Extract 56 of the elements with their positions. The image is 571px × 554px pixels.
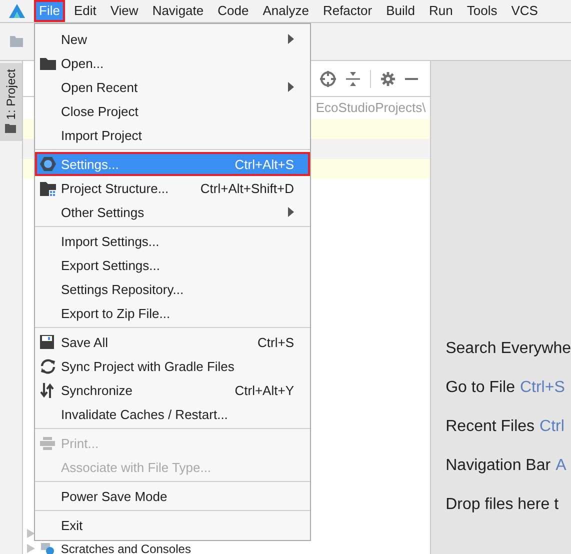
- hint-label: Navigation Bar: [446, 456, 551, 474]
- menu-item[interactable]: Export Settings...: [35, 253, 310, 277]
- shortcut-text: Ctrl: [540, 418, 564, 436]
- menu-item[interactable]: Import Project: [35, 123, 310, 147]
- submenu-arrow-icon: [288, 82, 294, 92]
- sync-icon: [40, 358, 56, 374]
- menu-item[interactable]: New: [35, 27, 310, 51]
- menu-bar-item[interactable]: Analyze: [258, 0, 314, 22]
- hint-label: Drop files here t: [446, 496, 559, 514]
- folder-icon: [40, 56, 56, 70]
- project-path: EcoStudioProjects\: [316, 100, 426, 115]
- folder-icon: [5, 124, 16, 133]
- crosshair-icon[interactable]: [320, 70, 336, 86]
- menu-item[interactable]: Open Recent: [35, 75, 310, 99]
- save-icon: [40, 335, 54, 349]
- menu-bar-item[interactable]: Code: [212, 0, 254, 22]
- printer-icon: [40, 436, 55, 450]
- menu-bar-item[interactable]: Build: [381, 0, 420, 22]
- submenu-arrow-icon: [288, 34, 294, 44]
- hint-label: Go to File: [446, 378, 515, 396]
- menu-bar-item[interactable]: View: [105, 0, 144, 22]
- hint-label: Search Everywhe: [446, 340, 571, 358]
- menu-bar-item[interactable]: Refactor: [318, 0, 378, 22]
- menu-item[interactable]: Other Settings: [35, 200, 310, 224]
- collapse-icon[interactable]: [346, 72, 360, 86]
- menu-item[interactable]: Synchronize Ctrl+Alt+Y: [35, 378, 310, 402]
- menu-bar-item[interactable]: Navigate: [147, 0, 209, 22]
- folder-grid-icon: [40, 180, 56, 196]
- menu-item[interactable]: Close Project: [35, 99, 310, 123]
- menu-item[interactable]: Project Structure... Ctrl+Alt+Shift+D: [35, 176, 310, 200]
- menu-item[interactable]: Import Settings...: [35, 229, 310, 253]
- menu-bar-item[interactable]: Edit: [68, 0, 102, 22]
- project-tab[interactable]: 1: Project: [0, 63, 22, 141]
- menu-item[interactable]: Save All Ctrl+S: [35, 330, 310, 354]
- scratch-icon: [40, 542, 55, 554]
- menu-bar-item[interactable]: Run: [424, 0, 458, 22]
- settings-icon[interactable]: [380, 72, 395, 86]
- minimize-icon[interactable]: [404, 78, 418, 80]
- menu-item[interactable]: Invalidate Caches / Restart...: [35, 402, 310, 426]
- tree-item[interactable]: Scratches and Consoles: [60, 542, 191, 554]
- menu-item[interactable]: Open...: [35, 51, 310, 75]
- menu-bar-item[interactable]: Tools: [462, 0, 502, 22]
- hint-label: Recent Files: [446, 418, 535, 436]
- shortcut-text: Ctrl+S: [520, 378, 565, 396]
- logo-icon: [9, 4, 25, 18]
- menu-item[interactable]: Export to Zip File...: [35, 301, 310, 325]
- menu-bar-item[interactable]: VCS: [506, 0, 543, 22]
- submenu-arrow-icon: [288, 207, 294, 217]
- shortcut-text: A: [556, 456, 566, 474]
- menu-item[interactable]: Exit: [35, 513, 310, 537]
- menu-item[interactable]: Sync Project with Gradle Files: [35, 354, 310, 378]
- settings-icon: [40, 156, 56, 172]
- menu-item[interactable]: Power Save Mode: [35, 484, 310, 508]
- up-down-arrows-icon: [40, 382, 54, 398]
- menu-item[interactable]: Settings Repository...: [35, 277, 310, 301]
- folder-icon: [10, 36, 23, 47]
